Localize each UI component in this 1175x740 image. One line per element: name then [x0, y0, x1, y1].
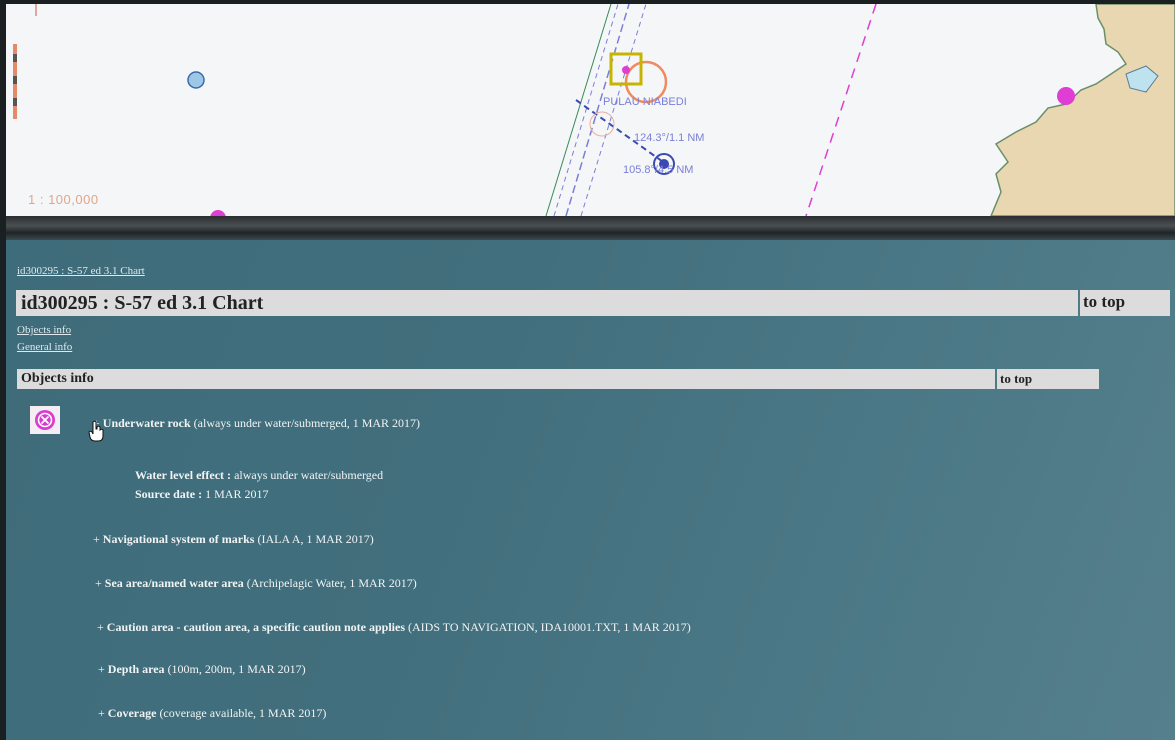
land-area — [990, 4, 1175, 216]
underwater-rock-icon — [30, 406, 60, 434]
place-label: PULAU NIABEDI — [603, 96, 687, 108]
object-name: Sea area/named water area — [104, 576, 244, 590]
object-name: Coverage — [107, 706, 157, 720]
screen: PULAU NIABEDI 124.3°/1.1 NM 105.8°/4.5 N… — [6, 4, 1175, 740]
section-to-top-link[interactable]: to top — [997, 369, 1099, 389]
section-title: Objects info — [21, 371, 94, 386]
object-summary: (IALA A, 1 MAR 2017) — [254, 532, 374, 546]
objects-info-link[interactable]: Objects info — [17, 324, 71, 336]
nautical-chart[interactable]: PULAU NIABEDI 124.3°/1.1 NM 105.8°/4.5 N… — [6, 4, 1175, 216]
object-item-depth-area[interactable]: + Depth area (100m, 200m, 1 MAR 2017) — [98, 662, 306, 677]
object-summary: (coverage available, 1 MAR 2017) — [156, 706, 327, 720]
object-item-caution-area[interactable]: + Caution area - caution area, a specifi… — [97, 620, 691, 635]
danger-icon — [1057, 87, 1075, 105]
object-summary: (Archipelagic Water, 1 MAR 2017) — [243, 576, 417, 590]
to-top-label: to top — [1083, 292, 1126, 311]
breadcrumb-link[interactable]: id300295 : S-57 ed 3.1 Chart — [17, 265, 145, 277]
bearing-label: 124.3°/1.1 NM — [634, 132, 705, 144]
section-to-top-label: to top — [1000, 371, 1033, 386]
object-name: Caution area - caution area, a specific … — [106, 620, 405, 634]
to-top-link[interactable]: to top — [1080, 290, 1170, 316]
object-summary: (AIDS TO NAVIGATION, IDA10001.TXT, 1 MAR… — [405, 620, 691, 634]
object-item-nav-marks[interactable]: + Navigational system of marks (IALA A, … — [93, 532, 374, 547]
scale-label: 1 : 100,000 — [28, 192, 99, 207]
detail-source-date: Source date : 1 MAR 2017 — [135, 487, 269, 501]
chart-title-bar: id300295 : S-57 ed 3.1 Chart — [16, 290, 1078, 316]
section-header: Objects info — [17, 369, 995, 389]
screen-bezel — [6, 216, 1175, 240]
object-item-sea-area[interactable]: + Sea area/named water area (Archipelagi… — [95, 576, 417, 591]
object-summary: (always under water/submerged, 1 MAR 201… — [190, 416, 421, 430]
bearing-label-2: 105.8°/4.5 NM — [623, 164, 694, 176]
object-item-underwater-rock[interactable]: + Underwater rock (always under water/su… — [93, 416, 420, 431]
general-info-link[interactable]: General info — [17, 341, 72, 353]
object-item-coverage[interactable]: + Coverage (coverage available, 1 MAR 20… — [98, 706, 326, 721]
buoy-icon — [187, 71, 205, 89]
page-title: id300295 : S-57 ed 3.1 Chart — [21, 292, 264, 314]
hand-cursor-icon — [88, 420, 106, 447]
object-name: Navigational system of marks — [102, 532, 255, 546]
detail-water-level: Water level effect : always under water/… — [135, 468, 384, 482]
chart-graphics — [13, 4, 1175, 216]
object-name: Underwater rock — [102, 416, 191, 430]
object-summary: (100m, 200m, 1 MAR 2017) — [164, 662, 306, 676]
object-name: Depth area — [107, 662, 165, 676]
object-info-panel: id300295 : S-57 ed 3.1 Chart id300295 : … — [6, 240, 1175, 740]
